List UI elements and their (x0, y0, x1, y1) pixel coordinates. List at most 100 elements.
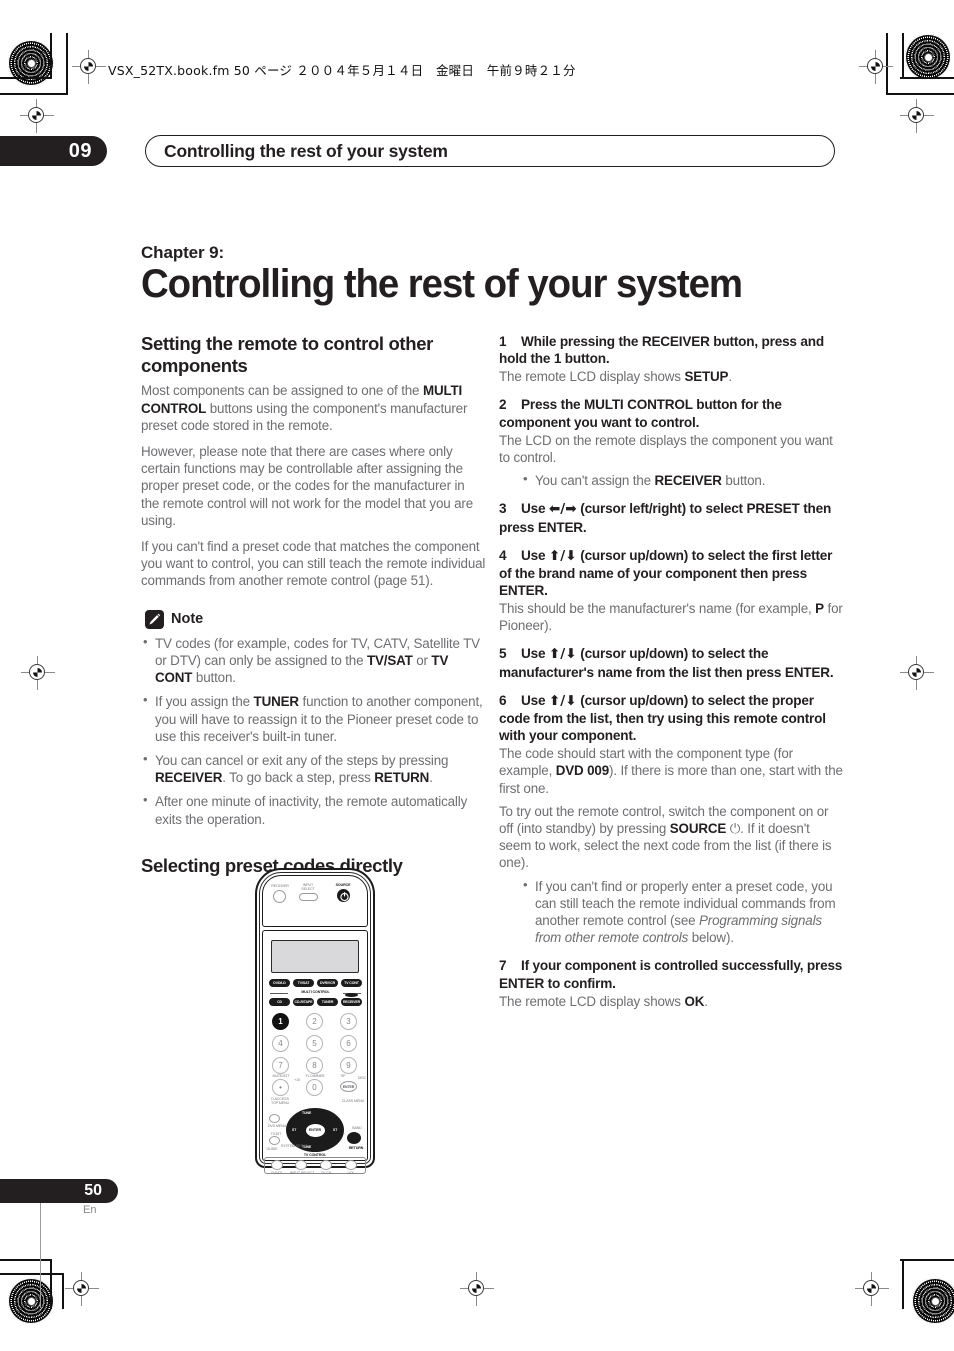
page-title: Controlling the rest of your system (141, 262, 743, 306)
remote-label-system-setup: SYSTEM SETUP (280, 1144, 308, 1148)
remote-key-8[interactable]: 8 (306, 1057, 323, 1074)
remote-return-button[interactable] (347, 1132, 361, 1144)
remote-source-label: SOURCE (335, 883, 351, 887)
remote-label-dvd-menu: DVD MENU (267, 1124, 287, 1128)
tv-control-button-tv-ch[interactable] (320, 1160, 332, 1170)
step-body: To try out the remote control, switch th… (499, 803, 832, 871)
remote-key-6[interactable]: 6 (340, 1035, 357, 1052)
remote-label-guide: GUIDE (266, 1147, 278, 1151)
tv-control-button-input-select[interactable] (295, 1160, 307, 1170)
registration-mark-mid-right (900, 656, 934, 690)
step-body: The remote LCD display shows OK. (499, 993, 708, 1009)
registration-mark-mid-left (21, 656, 55, 690)
remote-button-tv-sat[interactable]: TV/SAT (293, 979, 314, 987)
step-heading: 7 If your component is controlled success… (499, 958, 843, 991)
crop-mark-bottom-right-v (902, 1259, 904, 1309)
crop-mark-top-right-v (902, 33, 904, 79)
tv-control-button-vol[interactable] (345, 1160, 357, 1170)
step-block: 2 Press the MULTI CONTROL button for the … (499, 396, 844, 489)
list-item: TV codes (for example, codes for TV, CAT… (141, 634, 486, 687)
step-block: 3 Use ⬅/➡ (cursor left/right) to select P… (499, 500, 844, 535)
remote-button-tuner[interactable]: TUNER (317, 998, 338, 1006)
remote-receiver-label: RECEIVER (271, 884, 289, 888)
step-heading: 6 Use ⬆/⬇ (cursor up/down) to select the … (499, 692, 826, 743)
remote-dvd-menu-button[interactable] (269, 1114, 280, 1123)
step-heading: 3 Use ⬅/➡ (cursor left/right) to select P… (499, 501, 832, 535)
pencil-icon (145, 609, 164, 629)
remote-key-0[interactable]: 0 (306, 1079, 323, 1096)
step-heading: 4 Use ⬆/⬇ (cursor up/down) to select the … (499, 547, 833, 598)
crop-mark-bottom-left-h (0, 1259, 52, 1261)
page-number-badge: 50 (0, 1179, 118, 1203)
right-column: 1 While pressing the RECEIVER button, pre… (499, 333, 844, 1021)
remote-label-return: RETURN (348, 1146, 364, 1150)
left-column: Setting the remote to control other comp… (141, 333, 486, 883)
print-moire-target-bottom-left (8, 1278, 54, 1324)
tv-control-button-tv-vol[interactable] (271, 1160, 283, 1170)
crop-mark-top-left-v (50, 33, 52, 79)
remote-control-illustration: RECEIVER INPUT SELECT SOURCE DVD/LD TV/S… (255, 868, 375, 1175)
remote-key-7[interactable]: 7 (272, 1057, 289, 1074)
remote-button-dvr-vcr[interactable]: DVR/VCR (317, 979, 338, 987)
remote-enter-button[interactable]: ENTER (304, 1122, 326, 1138)
step-heading: 5 Use ⬆/⬇ (cursor up/down) to select the … (499, 646, 834, 680)
registration-mark-top-right-lower (900, 99, 934, 133)
step-body: The remote LCD display shows SETUP. (499, 369, 732, 385)
registration-mark-bottom-right (855, 1272, 889, 1306)
bleed-rule-left (40, 1196, 41, 1308)
remote-key-9[interactable]: 9 (340, 1057, 357, 1074)
remote-button-cdr-tape[interactable]: CD-R/TAPE (293, 998, 314, 1006)
remote-label-class-menu: CLASS MENU (341, 1099, 365, 1103)
note-bullet-list: TV codes (for example, codes for TV, CAT… (141, 634, 486, 828)
remote-button-receiver[interactable]: RECEIVER (341, 998, 362, 1006)
crop-mark-bottom-left-h2 (0, 1273, 64, 1275)
remote-input-select-button[interactable] (299, 893, 318, 901)
step-block: 4 Use ⬆/⬇ (cursor up/down) to select the … (499, 547, 844, 635)
remote-key-5[interactable]: 5 (306, 1035, 323, 1052)
tv-control-label-tv-vol: TV/VOL (270, 1171, 284, 1175)
step-bullet-list: You can't assign the RECEIVER button. (521, 471, 844, 489)
remote-source-power-button[interactable] (337, 889, 350, 902)
remote-enter-key[interactable]: ENTER (340, 1081, 357, 1092)
remote-receiver-button[interactable] (273, 890, 286, 903)
crop-mark-bottom-left-v (50, 1259, 52, 1309)
multi-control-label: MULTI CONTROL (301, 990, 330, 994)
source-file-line: VSX_52TX.book.fm 50 ページ ２００４年５月１４日 金曜日 午… (108, 63, 576, 78)
registration-mark-bottom-center (460, 1272, 494, 1306)
crop-mark-bottom-right-h (900, 1259, 954, 1261)
paragraph: However, please note that there are case… (141, 443, 474, 528)
remote-key-3[interactable]: 3 (340, 1013, 357, 1030)
remote-label-top-menu: TOP MENU (270, 1101, 290, 1105)
list-item: You can cancel or exit any of the steps … (141, 751, 486, 786)
crop-mark-top-right-h (900, 77, 954, 79)
step-heading: 2 Press the MULTI CONTROL button for the … (499, 397, 782, 430)
remote-key-dot[interactable]: • (272, 1079, 289, 1096)
remote-key-1[interactable]: 1 (272, 1013, 289, 1030)
chapter-kicker: Chapter 9: (141, 243, 225, 262)
crop-mark-top-right-h2 (886, 93, 954, 95)
chapter-number-badge: 09 (0, 136, 107, 166)
crop-mark-bottom-left-v2 (62, 1273, 64, 1309)
paragraph: If you can't find a preset code that mat… (141, 539, 486, 589)
list-item: If you can't find or properly enter a pr… (521, 877, 844, 947)
step-block: 7 If your component is controlled success… (499, 957, 844, 1009)
remote-label-sp: SP (340, 1074, 346, 1078)
remote-label-disc: DISC (357, 1076, 367, 1080)
tv-control-label-vol: VOL (347, 1171, 355, 1175)
crop-mark-top-left-v2 (66, 33, 68, 95)
remote-label-fl-dimmer: FL DIMMER (305, 1074, 325, 1078)
remote-button-cd[interactable]: CD (269, 998, 290, 1006)
registration-mark-top-right (859, 50, 893, 84)
registration-mark-top-left (72, 50, 106, 84)
remote-indicator-nub (345, 993, 358, 997)
remote-key-2[interactable]: 2 (306, 1013, 323, 1030)
print-moire-target-bottom-right (912, 1278, 954, 1324)
note-label: Note (171, 611, 204, 628)
remote-button-tv-cont[interactable]: TV CONT (341, 979, 362, 987)
registration-mark-bottom-left (65, 1272, 99, 1306)
remote-key-4[interactable]: 4 (272, 1035, 289, 1052)
multi-control-divider-left (270, 993, 288, 994)
step-body: The code should start with the component… (499, 746, 843, 796)
tv-control-label-input-select: INPUT SELECT (289, 1171, 315, 1175)
remote-button-dvd-ld[interactable]: DVD/LD (269, 979, 290, 987)
